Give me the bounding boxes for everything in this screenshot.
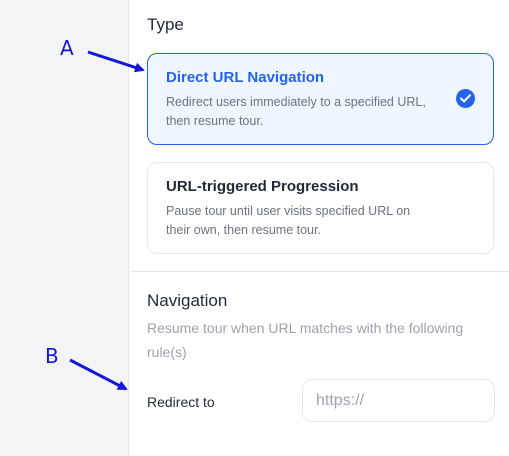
annotation-label-b: B	[45, 344, 59, 368]
url-step-settings-panel: Type Direct URL Navigation Redirect user…	[130, 0, 509, 456]
annotation-label-a: A	[60, 36, 74, 60]
option-title: Direct URL Navigation	[166, 69, 325, 86]
check-circle-icon	[456, 89, 475, 108]
left-gutter	[0, 0, 129, 456]
section-divider	[130, 271, 509, 272]
redirect-url-input[interactable]	[302, 379, 495, 422]
type-section-title: Type	[147, 15, 184, 34]
option-title: URL-triggered Progression	[166, 178, 359, 195]
option-description: Pause tour until user visits specified U…	[166, 204, 411, 237]
navigation-section-title: Navigation	[147, 291, 228, 310]
option-url-triggered-progression[interactable]: URL-triggered Progression Pause tour unt…	[147, 162, 494, 254]
redirect-to-label: Redirect to	[147, 394, 215, 410]
navigation-description: Resume tour when URL matches with the fo…	[147, 320, 464, 360]
option-description: Redirect users immediately to a specifie…	[166, 95, 426, 128]
option-direct-url-navigation[interactable]: Direct URL Navigation Redirect users imm…	[147, 53, 494, 145]
